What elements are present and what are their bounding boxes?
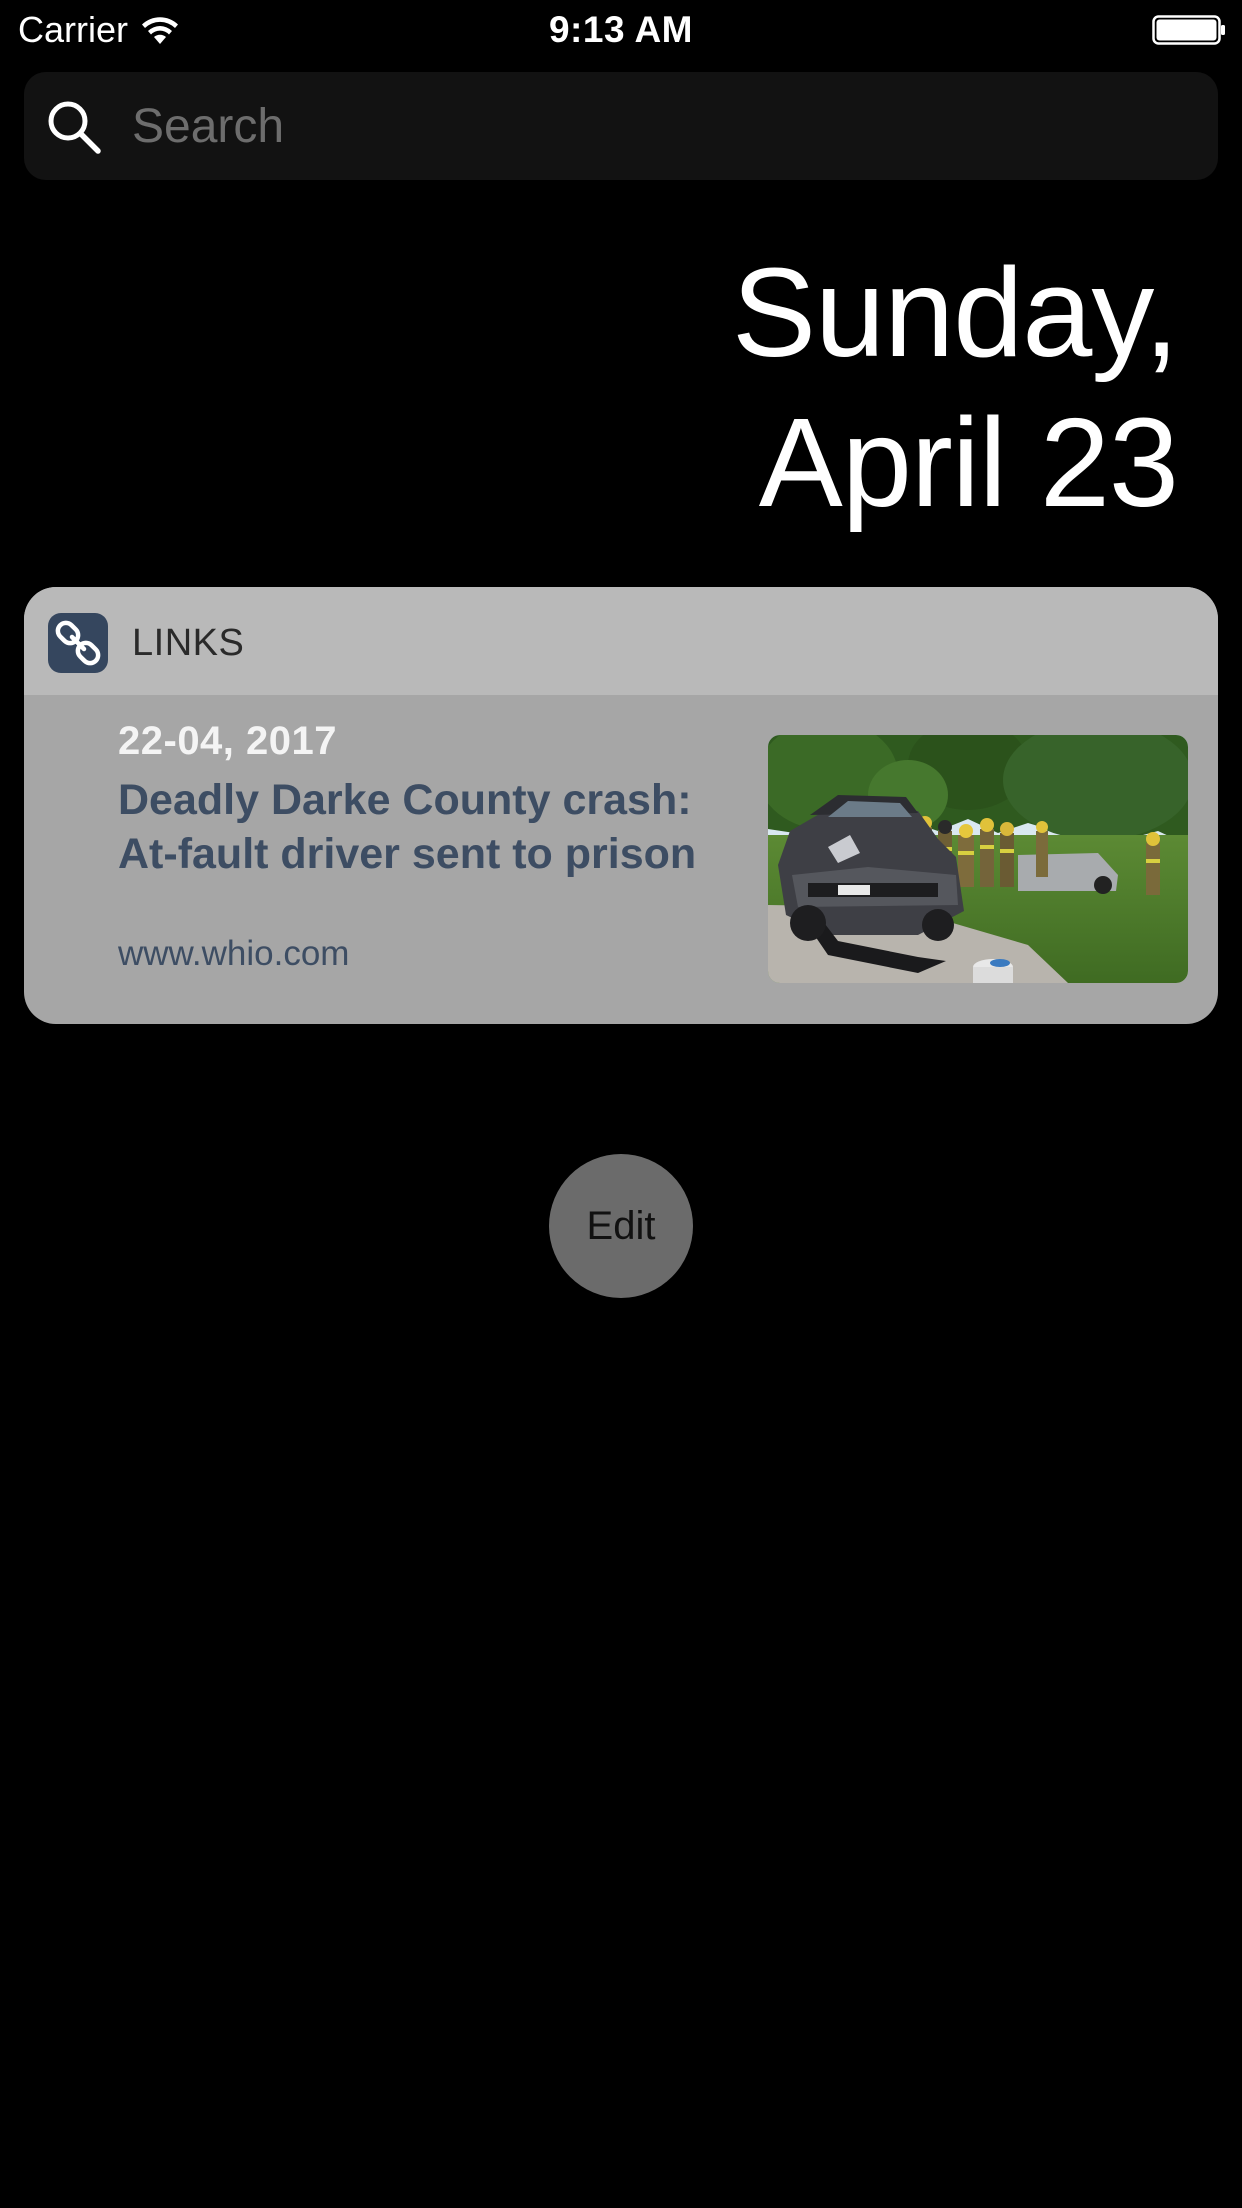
search-input[interactable]: [132, 92, 1192, 160]
link-domain: www.whio.com: [118, 934, 350, 973]
edit-button[interactable]: Edit: [549, 1154, 693, 1298]
widget-title: LINKS: [132, 622, 245, 664]
date-month-day: April 23: [758, 392, 1179, 533]
search-bar[interactable]: [24, 72, 1218, 180]
crash-scene-photo[interactable]: [768, 735, 1188, 983]
widget-header[interactable]: LINKS: [24, 587, 1218, 695]
link-chain-icon: [48, 613, 108, 673]
status-time: 9:13 AM: [548, 9, 693, 50]
search-icon: [48, 101, 101, 154]
links-widget: LINKS 22-04, 2017 Deadly Darke County cr…: [24, 587, 1218, 1024]
date-display: Sunday, April 23: [732, 238, 1179, 538]
link-title[interactable]: Deadly Darke County crash: At-fault driv…: [118, 773, 758, 881]
link-item[interactable]: 22-04, 2017 Deadly Darke County crash: A…: [24, 695, 1218, 1024]
status-bar: Carrier 9:13 AM: [0, 0, 1242, 60]
link-date: 22-04, 2017: [118, 719, 338, 763]
battery-icon: [1152, 15, 1225, 45]
date-weekday: Sunday,: [732, 242, 1179, 383]
